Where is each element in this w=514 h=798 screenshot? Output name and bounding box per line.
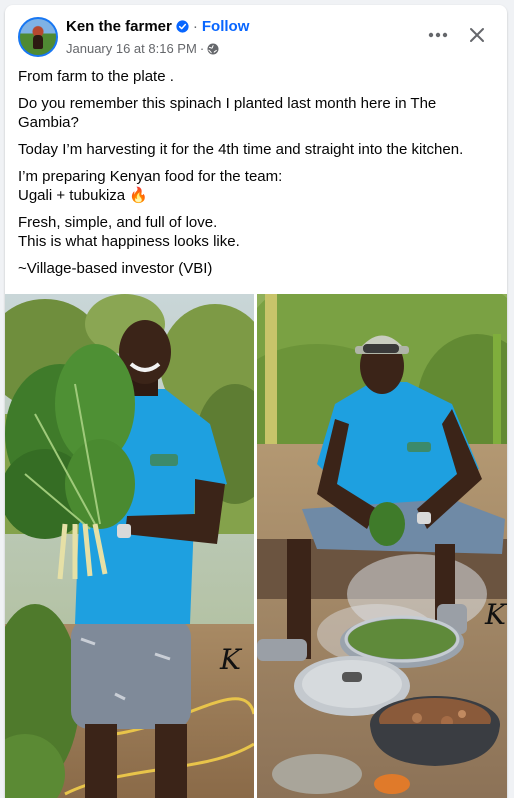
separator-dot: · xyxy=(192,18,198,35)
post-card: Ken the farmer · Follow January 16 at 8:… xyxy=(5,5,507,798)
avatar[interactable] xyxy=(18,17,58,57)
photo-man-cooking[interactable]: K xyxy=(257,294,507,798)
close-icon xyxy=(470,28,484,42)
author-name[interactable]: Ken the farmer xyxy=(66,18,172,35)
post-timestamp[interactable]: January 16 at 8:16 PM xyxy=(66,41,197,56)
meta-separator: · xyxy=(199,41,205,56)
post-header: Ken the farmer · Follow January 16 at 8:… xyxy=(5,5,507,65)
post-paragraph: Today I’m harvesting it for the 4th time… xyxy=(18,141,464,158)
photo-man-holding-spinach[interactable]: K xyxy=(5,294,254,798)
author-row: Ken the farmer · Follow xyxy=(66,18,249,35)
globe-icon[interactable] xyxy=(207,43,219,55)
post-paragraph: I’m preparing Kenyan food for the team: … xyxy=(18,168,283,204)
post-meta: January 16 at 8:16 PM · xyxy=(66,41,219,56)
close-post-button[interactable] xyxy=(463,21,491,49)
verified-badge-icon xyxy=(176,20,189,33)
more-options-button[interactable] xyxy=(423,21,453,49)
more-horizontal-icon xyxy=(428,32,448,38)
post-paragraph: ~Village-based investor (VBI) xyxy=(18,260,213,277)
follow-button[interactable]: Follow xyxy=(202,18,250,35)
svg-text:K: K xyxy=(219,643,243,676)
post-text: From farm to the plate . Do you remember… xyxy=(18,67,498,286)
post-paragraph: Fresh, simple, and full of love. This is… xyxy=(18,214,240,250)
post-paragraph: Do you remember this spinach I planted l… xyxy=(18,95,437,131)
post-paragraph: From farm to the plate . xyxy=(18,68,174,85)
post-photos: K K xyxy=(5,294,507,798)
svg-text:K: K xyxy=(484,598,507,631)
